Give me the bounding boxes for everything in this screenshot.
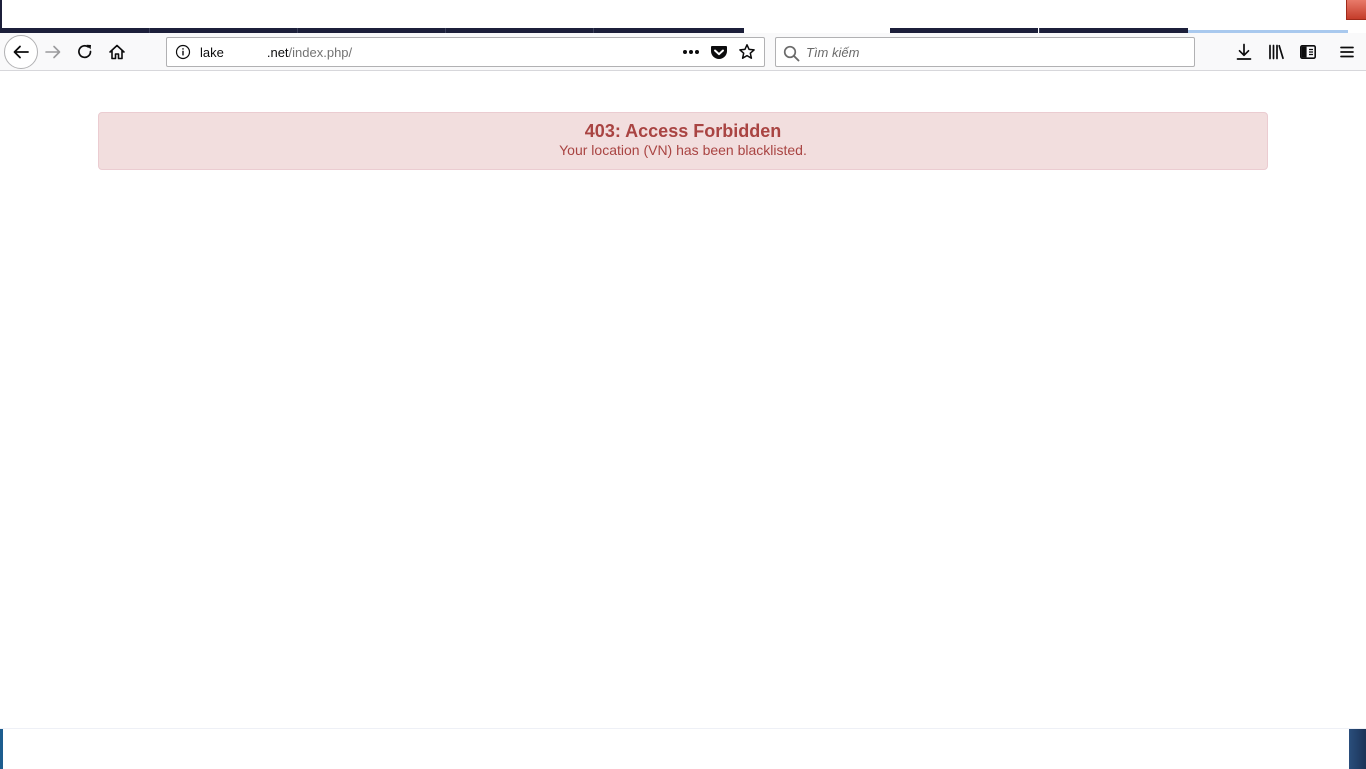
browser-tab-active[interactable] [744, 0, 890, 33]
menu-button[interactable] [1331, 36, 1363, 68]
forward-arrow-icon [44, 43, 62, 61]
search-icon [783, 45, 800, 67]
browser-tab[interactable] [2, 0, 150, 33]
browser-tab[interactable] [446, 0, 594, 33]
show-desktop-button[interactable] [1349, 729, 1366, 769]
downloads-button[interactable] [1228, 36, 1260, 68]
browser-tab[interactable] [890, 0, 1038, 33]
url-host-prefix: lake [200, 45, 224, 60]
sidebar-icon [1299, 43, 1317, 61]
navigation-toolbar: lake .net/index.php/ [0, 33, 1366, 71]
pocket-icon[interactable] [706, 41, 732, 63]
error-alert: 403: Access Forbidden Your location (VN)… [98, 112, 1268, 170]
url-text[interactable]: lake .net/index.php/ [200, 45, 352, 60]
alert-title: 403: Access Forbidden [584, 121, 782, 141]
taskbar-left-edge [0, 729, 3, 769]
browser-tab[interactable] [1040, 0, 1188, 33]
url-host-suffix: .net [266, 45, 289, 60]
star-icon[interactable] [734, 41, 760, 63]
library-button[interactable] [1260, 36, 1292, 68]
hamburger-menu-icon [1339, 44, 1355, 60]
back-button[interactable] [4, 35, 38, 69]
reload-icon [76, 43, 94, 61]
browser-tab[interactable] [298, 0, 446, 33]
browser-tab[interactable] [594, 0, 744, 33]
forward-button[interactable] [37, 36, 69, 68]
tab-strip [0, 0, 1366, 33]
search-input[interactable] [806, 42, 1186, 62]
page-content: 403: Access Forbidden Your location (VN)… [0, 72, 1366, 728]
browser-tab[interactable] [150, 0, 298, 33]
sidebar-button[interactable] [1292, 36, 1324, 68]
search-bar[interactable] [775, 37, 1195, 67]
home-button[interactable] [101, 36, 133, 68]
page-action-icons [678, 41, 760, 63]
browser-tab[interactable] [1188, 0, 1348, 33]
reload-button[interactable] [69, 36, 101, 68]
home-icon [108, 43, 126, 61]
alert-message: Your location (VN) has been blacklisted. [559, 142, 807, 158]
back-arrow-icon [12, 43, 30, 61]
window-close-button[interactable] [1346, 0, 1366, 20]
library-icon [1267, 43, 1285, 61]
url-bar[interactable]: lake .net/index.php/ [166, 37, 765, 67]
download-icon [1235, 43, 1253, 61]
url-path: /index.php/ [288, 45, 353, 60]
info-icon[interactable] [175, 44, 191, 65]
more-icon[interactable] [678, 41, 704, 63]
taskbar [0, 728, 1366, 769]
